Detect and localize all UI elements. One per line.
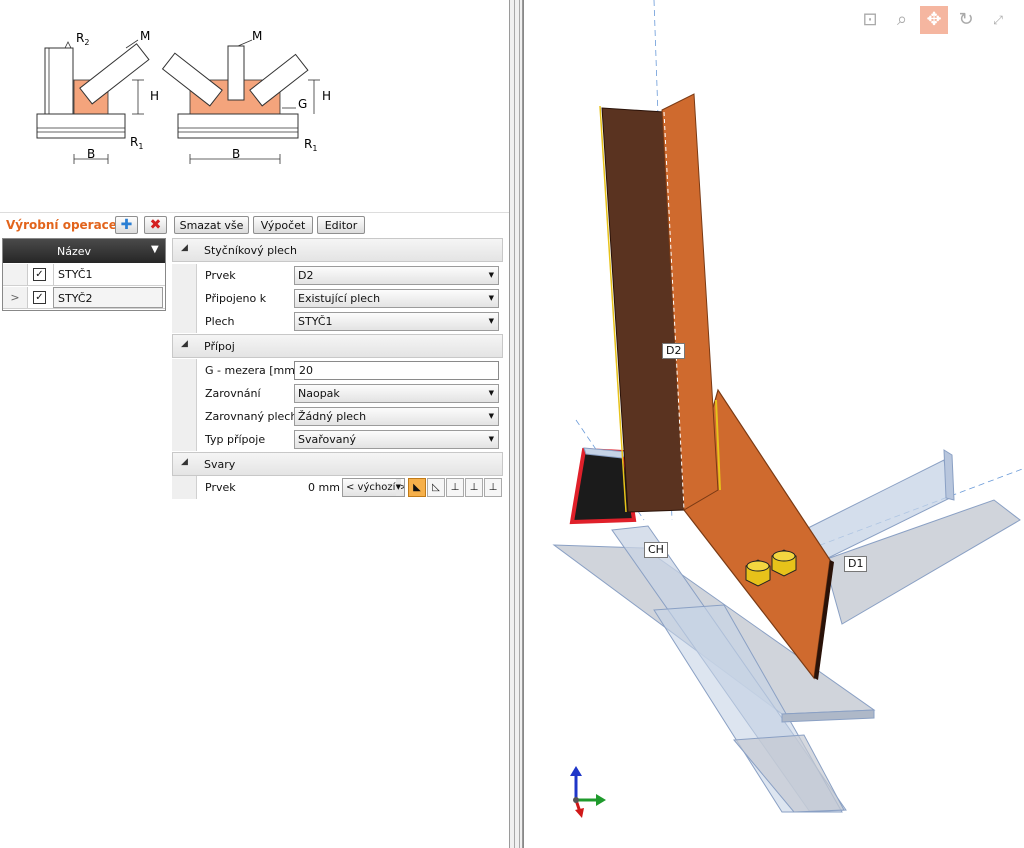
collapse-icon[interactable]: ◢: [181, 339, 188, 349]
row-name[interactable]: STYČ2: [53, 287, 163, 308]
weld-type-single-icon[interactable]: ◺: [427, 478, 445, 497]
fullscreen-icon[interactable]: ⤢: [984, 6, 1012, 34]
element-select[interactable]: D2 ▼: [294, 266, 499, 285]
chevron-down-icon: ▼: [488, 435, 494, 443]
prop-element: Prvek D2 ▼: [172, 264, 503, 287]
delete-operation-button[interactable]: ✖: [144, 216, 167, 234]
weld-type-fillet-icon[interactable]: ◣: [408, 478, 426, 497]
align-select[interactable]: Naopak ▼: [294, 384, 499, 403]
prop-label: Prvek: [205, 269, 236, 282]
collapse-icon[interactable]: ◢: [181, 457, 188, 467]
prop-label: Připojeno k: [205, 292, 267, 305]
left-panel: R2 M H R1 B M G H R1 B Výrobní operace ✚…: [0, 0, 510, 848]
connection-schematic: R2 M H R1 B M G H R1 B: [36, 29, 331, 164]
pan-icon[interactable]: ✥: [920, 6, 948, 34]
prop-label: Zarovnání: [205, 387, 261, 400]
label-d1[interactable]: D1: [844, 556, 868, 572]
operations-title: Výrobní operace: [6, 218, 117, 232]
prop-connected: Připojeno k Existující plech ▼: [172, 287, 503, 310]
chevron-down-icon: ▼: [488, 294, 494, 302]
collapse-icon[interactable]: ◢: [181, 243, 188, 253]
base-plate-right: [177, 113, 299, 139]
prop-plate: Plech STYČ1 ▼: [172, 310, 503, 333]
joint-type-select[interactable]: Svařovaný ▼: [294, 430, 499, 449]
label-ch[interactable]: CH: [644, 542, 668, 558]
prop-aligned-plate: Zarovnaný plech Žádný plech ▼: [172, 405, 503, 428]
label-m-left: M: [140, 29, 150, 43]
column-name-header[interactable]: Název: [57, 245, 91, 258]
plate-select[interactable]: STYČ1 ▼: [294, 312, 499, 331]
row-indicator: >: [3, 287, 28, 308]
label-r2: R2: [76, 31, 89, 47]
label-h-right: H: [322, 89, 331, 103]
prop-label: Zarovnaný plech: [205, 410, 298, 423]
label-b-left: B: [87, 147, 95, 161]
weld-type-butt-icon[interactable]: ⊥: [465, 478, 483, 497]
aligned-plate-select[interactable]: Žádný plech ▼: [294, 407, 499, 426]
compute-button[interactable]: Výpočet: [253, 216, 313, 234]
plus-icon: ✚: [120, 217, 133, 233]
axis-gizmo: [570, 766, 606, 818]
prop-label: G - mezera [mm]: [205, 364, 300, 377]
properties-panel: ◢ Styčníkový plech Prvek D2 ▼ Připojeno k…: [172, 238, 503, 499]
weld-material-select[interactable]: < výchozí > ▼: [342, 478, 405, 497]
label-h-left: H: [150, 89, 159, 103]
3d-scene[interactable]: [524, 0, 1024, 848]
connected-select[interactable]: Existující plech ▼: [294, 289, 499, 308]
weld-size[interactable]: 0 mm: [308, 481, 340, 494]
prop-label: Prvek: [205, 481, 236, 494]
row-indicator: [3, 264, 28, 285]
chevron-down-icon: ▼: [395, 479, 401, 496]
label-d2[interactable]: D2: [662, 343, 686, 359]
operations-toolbar: Výrobní operace ✚ ✖ Smazat vše Výpočet E…: [0, 212, 509, 239]
prop-label: Plech: [205, 315, 235, 328]
add-operation-button[interactable]: ✚: [115, 216, 138, 234]
table-row[interactable]: ✓ STYČ1: [3, 264, 165, 286]
prop-gap: G - mezera [mm] 20: [172, 359, 503, 382]
chevron-down-icon: ▼: [488, 271, 494, 279]
prop-align: Zarovnání Naopak ▼: [172, 382, 503, 405]
prop-label: Typ přípoje: [205, 433, 266, 446]
label-b-right: B: [232, 147, 240, 161]
chevron-down-icon: ▼: [488, 412, 494, 420]
3d-viewport[interactable]: D2 CH D1 ⊡ ⌕ ✥ ↻ ⤢: [523, 0, 1024, 848]
section-title: Svary: [204, 458, 236, 471]
row-checkbox[interactable]: ✓: [33, 291, 46, 304]
weld-type-plug-icon[interactable]: ⊥: [484, 478, 502, 497]
row-name[interactable]: STYČ1: [53, 264, 163, 285]
prop-joint-type: Typ přípoje Svařovaný ▼: [172, 428, 503, 451]
weld-type-double-icon[interactable]: ⊥: [446, 478, 464, 497]
gap-input[interactable]: 20: [294, 361, 499, 380]
filter-icon[interactable]: ▼: [151, 244, 159, 255]
chevron-down-icon: ▼: [488, 389, 494, 397]
section-welds[interactable]: ◢ Svary: [172, 452, 503, 476]
grid-header: Název ▼: [3, 239, 165, 263]
member-vertical-right: [227, 45, 245, 101]
operations-grid: Název ▼ ✓ STYČ1 > ✓ STYČ2: [2, 238, 166, 311]
member-left: [79, 43, 150, 105]
section-title: Přípoj: [204, 340, 235, 353]
row-checkbox[interactable]: ✓: [33, 268, 46, 281]
delete-all-button[interactable]: Smazat vše: [174, 216, 249, 234]
chevron-down-icon: ▼: [488, 317, 494, 325]
prop-weld: Prvek 0 mm < výchozí > ▼ ◣ ◺ ⊥ ⊥ ⊥: [172, 476, 503, 499]
label-r1-right: R1: [304, 137, 317, 153]
editor-button[interactable]: Editor: [317, 216, 365, 234]
section-joint[interactable]: ◢ Přípoj: [172, 334, 503, 358]
zoom-window-icon[interactable]: ⊡: [856, 6, 884, 34]
label-r1-left: R1: [130, 135, 143, 151]
panel-splitter[interactable]: [509, 0, 523, 848]
zoom-icon[interactable]: ⌕: [888, 6, 916, 34]
section-title: Styčníkový plech: [204, 244, 297, 257]
view-toolbar: ⊡ ⌕ ✥ ↻ ⤢: [854, 6, 1024, 36]
table-row[interactable]: > ✓ STYČ2: [3, 287, 165, 309]
rotate-icon[interactable]: ↻: [952, 6, 980, 34]
section-plate[interactable]: ◢ Styčníkový plech: [172, 238, 503, 262]
close-icon: ✖: [149, 217, 162, 233]
label-g: G: [298, 97, 307, 111]
label-m-right: M: [252, 29, 262, 43]
base-plate-left: [36, 113, 126, 139]
